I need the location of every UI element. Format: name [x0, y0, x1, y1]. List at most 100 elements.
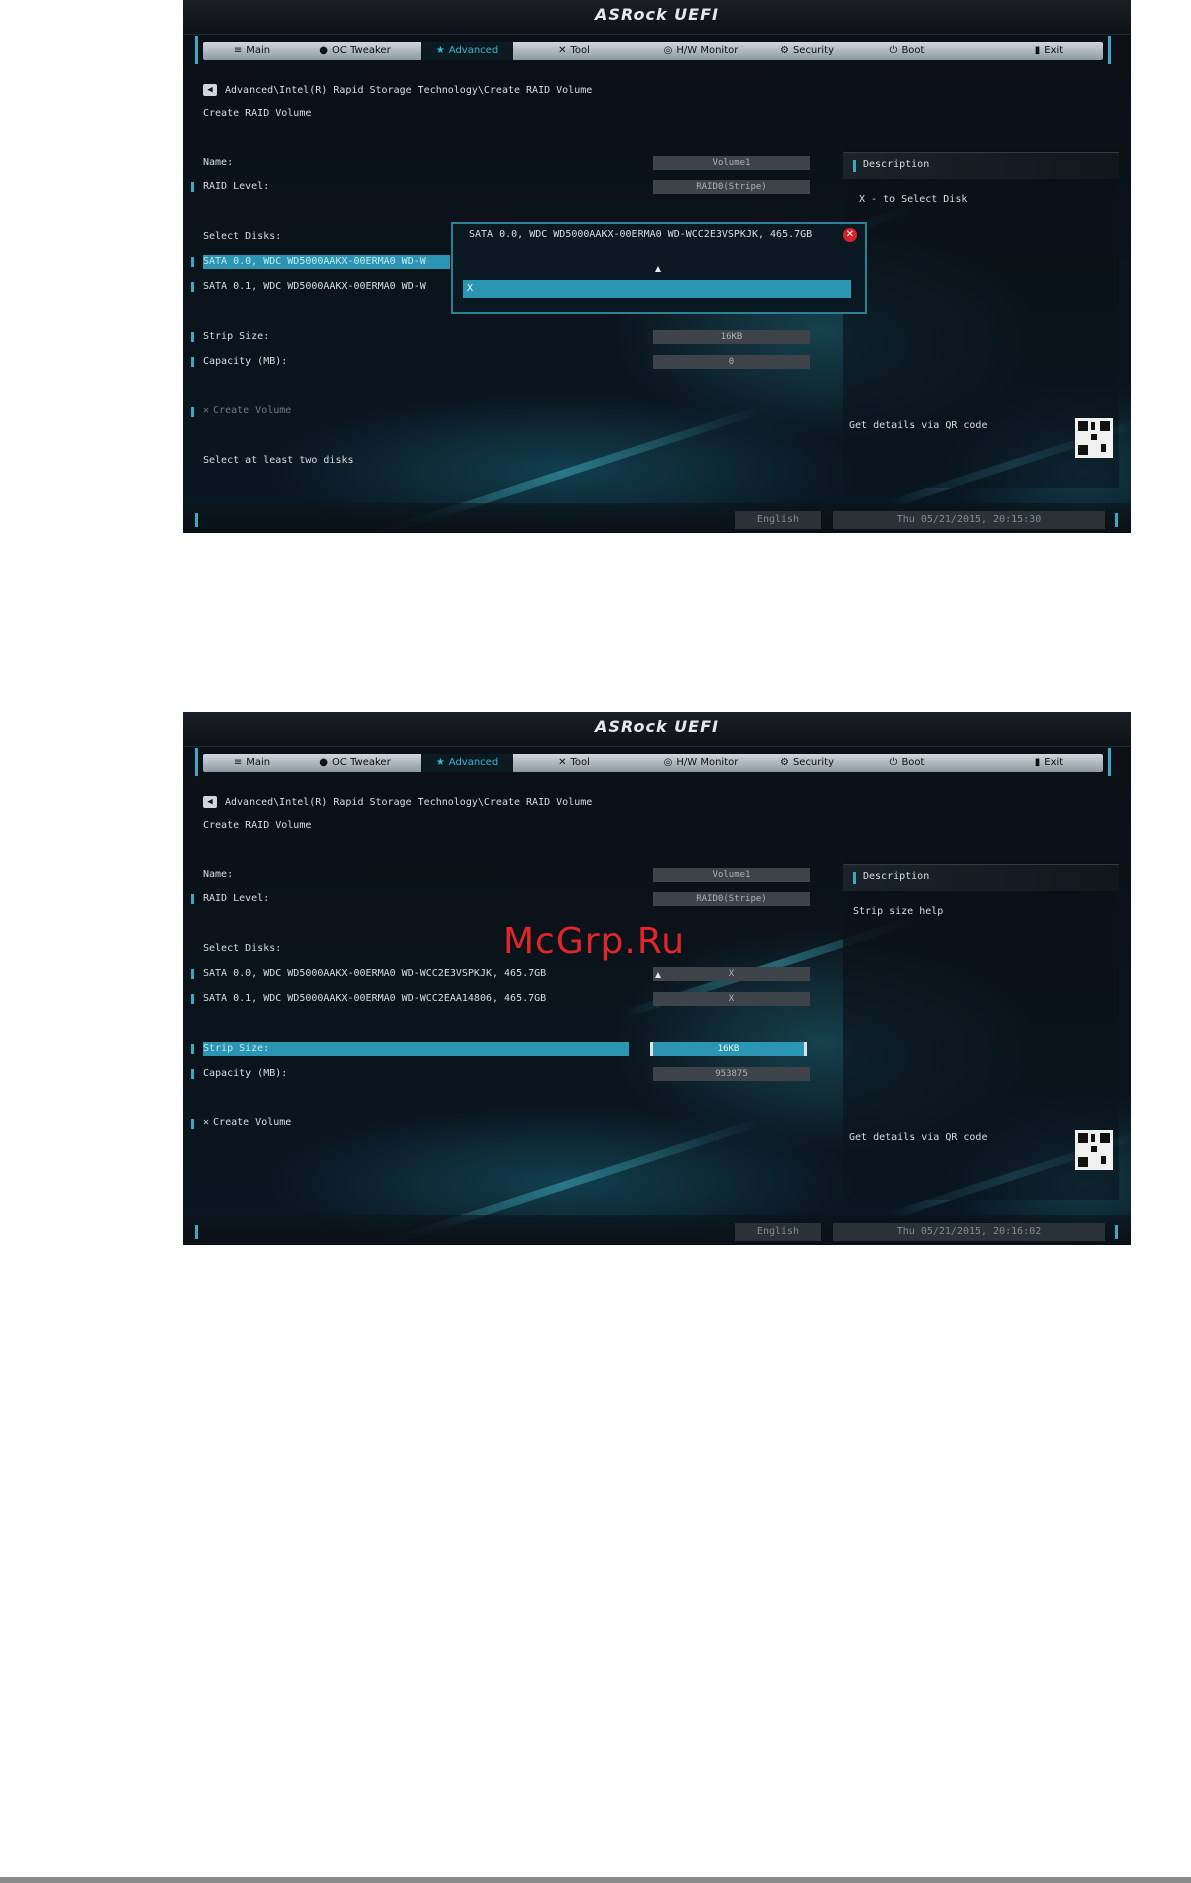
tab-exit[interactable]: ▮ Exit [1019, 42, 1079, 60]
tab-advanced[interactable]: ★ Advanced [421, 42, 513, 60]
capacity-field: 953875 [653, 1067, 810, 1081]
page-footer-rule [0, 1877, 1191, 1883]
bottom-bar: English Thu 05/21/2015, 20:16:02 [183, 1215, 1131, 1245]
nav-bar: ≡ Main ● OC Tweaker ★ Advanced ✕ Tool ◎ H/W M… [195, 36, 1111, 64]
tab-oc-tweaker[interactable]: ● OC Tweaker [311, 754, 399, 772]
item-marker [853, 160, 856, 172]
tab-hw-monitor[interactable]: ◎ H/W Monitor [651, 754, 751, 772]
description-header: Description [843, 864, 1119, 891]
create-volume-button[interactable]: ✕ Create Volume [203, 1117, 291, 1128]
edge-marker [1115, 1225, 1118, 1239]
monitor-icon: ◎ [663, 45, 673, 56]
strip-size-label: Strip Size: [203, 331, 270, 342]
capacity-label: Capacity (MB): [203, 356, 288, 367]
strip-size-select[interactable]: 16KB [650, 1042, 807, 1056]
page-title: Create RAID Volume [203, 108, 312, 119]
brand-logo: ASRock UEFI [595, 5, 719, 24]
item-marker [191, 1069, 194, 1079]
raid-level-select[interactable]: RAID0(Stripe) [653, 180, 810, 194]
shield-icon: ⚙ [779, 757, 789, 768]
name-label: Name: [203, 869, 234, 880]
tab-boot[interactable]: ⏻ Boot [875, 754, 939, 772]
top-bar: ASRock UEFI [183, 712, 1131, 747]
monitor-icon: ◎ [663, 757, 673, 768]
capacity-field: 0 [653, 355, 810, 369]
brand-logo: ASRock UEFI [595, 717, 719, 736]
strip-size-row[interactable]: Strip Size: [203, 1042, 629, 1056]
tab-boot[interactable]: ⏻ Boot [875, 42, 939, 60]
mouse-cursor-icon [655, 972, 661, 978]
tab-oc-tweaker[interactable]: ● OC Tweaker [311, 42, 399, 60]
disk-row-sata-0-0[interactable]: SATA 0.0, WDC WD5000AAKX-00ERMA0 WD-WCC2… [203, 968, 546, 979]
close-icon[interactable]: ✕ [843, 228, 857, 242]
list-icon: ≡ [233, 757, 243, 768]
back-arrow-icon[interactable]: ◀ [203, 84, 217, 96]
tab-exit[interactable]: ▮ Exit [1019, 754, 1079, 772]
disk-row-sata-0-0[interactable]: SATA 0.0, WDC WD5000AAKX-00ERMA0 WD-W [203, 255, 450, 269]
item-marker [191, 357, 194, 367]
person-icon: ● [319, 757, 329, 768]
item-marker [191, 407, 194, 417]
name-field[interactable]: Volume1 [653, 156, 810, 170]
edge-marker [195, 513, 198, 527]
breadcrumb: ◀ Advanced\Intel(R) Rapid Storage Technol… [203, 796, 592, 808]
qr-code-icon[interactable] [1075, 1130, 1113, 1170]
nav-bar: ≡ Main ● OC Tweaker ★ Advanced ✕ Tool ◎ H/W M… [195, 748, 1111, 776]
bottom-bar: English Thu 05/21/2015, 20:15:30 [183, 503, 1131, 533]
language-select[interactable]: English [735, 1223, 821, 1241]
qr-label: Get details via QR code [849, 420, 988, 431]
breadcrumb: ◀ Advanced\Intel(R) Rapid Storage Technol… [203, 84, 592, 96]
tab-hw-monitor[interactable]: ◎ H/W Monitor [651, 42, 751, 60]
hint-text: Select at least two disks [203, 455, 354, 466]
item-marker [191, 969, 194, 979]
person-icon: ● [319, 45, 329, 56]
item-marker [191, 257, 194, 267]
description-panel: Description Strip size help Get details … [843, 860, 1119, 1200]
disk-0-0-select[interactable]: X [653, 967, 810, 981]
tab-tool[interactable]: ✕ Tool [539, 754, 609, 772]
description-panel: Description X - to Select Disk Get detai… [843, 148, 1119, 488]
watermark: McGrp.Ru [503, 921, 686, 962]
tab-security[interactable]: ⚙ Security [765, 754, 849, 772]
mouse-cursor-icon [655, 266, 661, 272]
disk-row-sata-0-1[interactable]: SATA 0.1, WDC WD5000AAKX-00ERMA0 WD-WCC2… [203, 993, 546, 1004]
tab-tool[interactable]: ✕ Tool [539, 42, 609, 60]
disk-row-sata-0-1[interactable]: SATA 0.1, WDC WD5000AAKX-00ERMA0 WD-W [203, 281, 450, 292]
select-disks-label: Select Disks: [203, 943, 282, 954]
item-marker [191, 1044, 194, 1054]
exit-icon: ▮ [1034, 45, 1041, 56]
edge-marker [1115, 513, 1118, 527]
tab-security[interactable]: ⚙ Security [765, 42, 849, 60]
tool-icon: ✕ [558, 757, 567, 768]
item-marker [191, 182, 194, 192]
popup-title: SATA 0.0, WDC WD5000AAKX-00ERMA0 WD-WCC2… [469, 229, 813, 240]
raid-level-select[interactable]: RAID0(Stripe) [653, 892, 810, 906]
raid-level-label: RAID Level: [203, 181, 270, 192]
description-text: X - to Select Disk [859, 194, 968, 205]
tab-main[interactable]: ≡ Main [217, 42, 287, 60]
name-label: Name: [203, 157, 234, 168]
disk-0-1-select[interactable]: X [653, 992, 810, 1006]
back-arrow-icon[interactable]: ◀ [203, 796, 217, 808]
star-icon: ★ [435, 45, 445, 56]
tools-icon: ✕ [203, 1117, 210, 1128]
star-icon: ★ [435, 757, 445, 768]
top-bar: ASRock UEFI [183, 0, 1131, 35]
raid-level-label: RAID Level: [203, 893, 270, 904]
strip-size-select[interactable]: 16KB [653, 330, 810, 344]
name-field[interactable]: Volume1 [653, 868, 810, 882]
item-marker [191, 332, 194, 342]
capacity-label: Capacity (MB): [203, 1068, 288, 1079]
description-text: Strip size help [853, 906, 944, 917]
item-marker [191, 994, 194, 1004]
tab-main[interactable]: ≡ Main [217, 754, 287, 772]
qr-code-icon[interactable] [1075, 418, 1113, 458]
list-icon: ≡ [233, 45, 243, 56]
language-select[interactable]: English [735, 511, 821, 529]
popup-option-x[interactable]: X [463, 280, 851, 298]
shield-icon: ⚙ [779, 45, 789, 56]
tab-advanced[interactable]: ★ Advanced [421, 754, 513, 772]
datetime-display: Thu 05/21/2015, 20:16:02 [833, 1223, 1105, 1241]
create-volume-button[interactable]: ✕ Create Volume [203, 405, 291, 416]
item-marker [191, 282, 194, 292]
